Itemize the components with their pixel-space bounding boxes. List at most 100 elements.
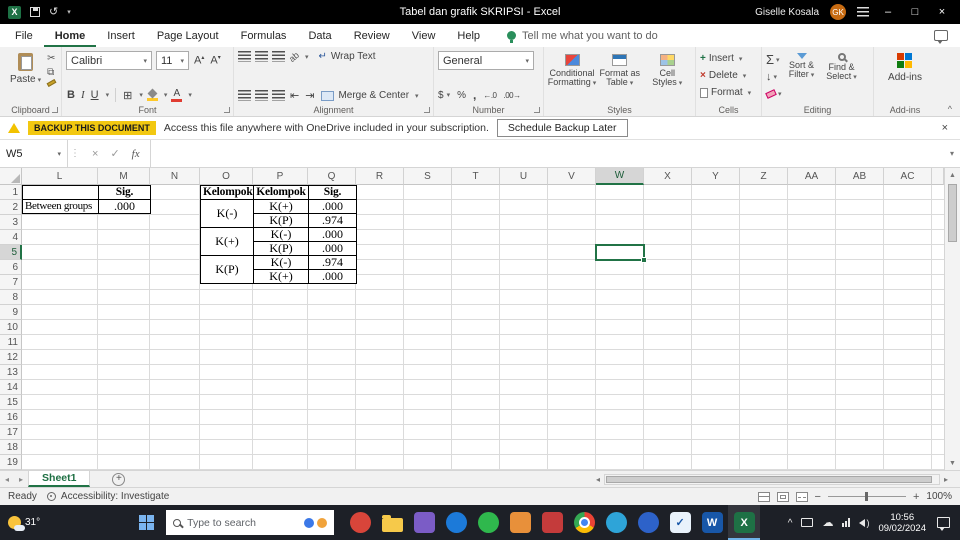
format-as-table-button[interactable]: Format as Table ▾ <box>596 51 644 102</box>
accounting-format-icon[interactable]: $ <box>438 90 444 101</box>
cell-O1[interactable]: Kelompok <box>200 185 254 200</box>
row-header-14[interactable]: 14 <box>0 380 22 395</box>
sheet-nav-right-icon[interactable]: ▸ <box>14 475 28 484</box>
cell-P4[interactable]: K(-) <box>253 227 309 242</box>
scroll-up-icon[interactable]: ▲ <box>945 168 960 182</box>
taskbar-app-file-explorer[interactable] <box>376 505 408 540</box>
ribbon-tab-insert[interactable]: Insert <box>96 24 146 47</box>
fill-color-icon[interactable] <box>146 88 158 101</box>
cell-P2[interactable]: K(+) <box>253 199 309 214</box>
align-middle-icon[interactable] <box>255 51 268 62</box>
row-header-8[interactable]: 8 <box>0 290 22 305</box>
customize-qat-icon[interactable]: ▾ <box>67 8 71 16</box>
scroll-right-icon[interactable]: ▸ <box>940 475 952 484</box>
cell-Q1[interactable]: Sig. <box>308 185 357 200</box>
row-header-10[interactable]: 10 <box>0 320 22 335</box>
column-header-N[interactable]: N <box>150 168 200 185</box>
ribbon-tab-review[interactable]: Review <box>343 24 401 47</box>
page-break-view-icon[interactable] <box>795 491 808 502</box>
align-left-icon[interactable] <box>238 90 251 101</box>
bold-button[interactable]: B <box>66 89 76 101</box>
clipboard-dialog-launcher[interactable] <box>52 107 58 113</box>
vertical-scrollbar[interactable]: ▲ ▼ <box>944 168 960 470</box>
wrap-text-button[interactable]: ↵ Wrap Text <box>319 51 376 62</box>
row-header-13[interactable]: 13 <box>0 365 22 380</box>
paste-button[interactable]: Paste ▾ <box>4 51 47 102</box>
collapse-ribbon-icon[interactable]: ^ <box>948 104 952 114</box>
cell-O2[interactable]: K(-) <box>200 199 254 228</box>
font-size-select[interactable]: 11 ▾ <box>156 51 189 70</box>
column-header-AB[interactable]: AB <box>836 168 884 185</box>
font-color-icon[interactable]: A <box>171 88 183 102</box>
taskbar-app-telegram[interactable] <box>600 505 632 540</box>
align-bottom-icon[interactable] <box>272 51 285 62</box>
increase-indent-icon[interactable]: ⇥ <box>304 89 315 102</box>
zoom-out-icon[interactable]: − <box>815 491 821 503</box>
ribbon-tab-formulas[interactable]: Formulas <box>230 24 298 47</box>
schedule-backup-later-button[interactable]: Schedule Backup Later <box>496 119 628 137</box>
zoom-in-icon[interactable]: + <box>913 491 919 503</box>
fill-handle[interactable] <box>641 257 647 263</box>
normal-view-icon[interactable] <box>757 491 770 502</box>
ribbon-tab-file[interactable]: File <box>4 24 44 47</box>
taskbar-app-app-check[interactable]: ✓ <box>664 505 696 540</box>
align-center-icon[interactable] <box>255 90 268 101</box>
taskbar-app-app-orange[interactable] <box>504 505 536 540</box>
undo-icon[interactable]: ↺ <box>49 7 58 18</box>
network-tray-icon[interactable] <box>842 518 851 527</box>
align-right-icon[interactable] <box>272 90 285 101</box>
page-layout-view-icon[interactable] <box>776 491 789 502</box>
start-button[interactable] <box>126 505 166 540</box>
cell-O4[interactable]: K(+) <box>200 227 254 256</box>
taskbar-app-edge-browser[interactable] <box>440 505 472 540</box>
increase-decimal-icon[interactable]: ←.0 <box>483 91 497 100</box>
underline-button[interactable]: U <box>90 89 100 101</box>
cell-L1[interactable] <box>22 185 99 200</box>
column-header-O[interactable]: O <box>200 168 253 185</box>
row-header-16[interactable]: 16 <box>0 410 22 425</box>
name-box[interactable]: W5 ▾ <box>0 140 68 167</box>
comments-icon[interactable] <box>934 30 948 44</box>
number-dialog-launcher[interactable] <box>534 107 540 113</box>
row-header-1[interactable]: 1 <box>0 185 22 200</box>
row-header-17[interactable]: 17 <box>0 425 22 440</box>
accessibility-status[interactable]: Accessibility: Investigate <box>46 491 169 502</box>
column-header-S[interactable]: S <box>404 168 452 185</box>
scroll-left-icon[interactable]: ◂ <box>592 475 604 484</box>
column-header-Z[interactable]: Z <box>740 168 788 185</box>
ribbon-tab-view[interactable]: View <box>401 24 447 47</box>
column-header-AC[interactable]: AC <box>884 168 932 185</box>
taskbar-app-word[interactable]: W <box>696 505 728 540</box>
number-format-select[interactable]: General ▾ <box>438 51 534 70</box>
cell-P3[interactable]: K(P) <box>253 213 309 228</box>
ribbon-tab-home[interactable]: Home <box>44 24 97 47</box>
cell-L2[interactable]: Between groups <box>22 199 99 214</box>
column-header-V[interactable]: V <box>548 168 596 185</box>
zoom-slider[interactable] <box>827 492 906 501</box>
row-header-18[interactable]: 18 <box>0 440 22 455</box>
notification-close-icon[interactable]: × <box>938 122 952 134</box>
column-header-W[interactable]: W <box>596 168 644 185</box>
cell-Q2[interactable]: .000 <box>308 199 357 214</box>
cell-Q5[interactable]: .000 <box>308 241 357 256</box>
percent-format-icon[interactable]: % <box>457 90 466 101</box>
sort-filter-button[interactable]: Sort & Filter ▾ <box>782 51 822 102</box>
column-header-U[interactable]: U <box>500 168 548 185</box>
name-box-resizer[interactable]: ⋮ <box>68 140 82 167</box>
display-tray-icon[interactable] <box>801 518 814 527</box>
onedrive-tray-icon[interactable]: ☁ <box>822 516 833 529</box>
column-header-T[interactable]: T <box>452 168 500 185</box>
cancel-formula-icon[interactable]: × <box>92 148 98 160</box>
row-header-2[interactable]: 2 <box>0 200 22 215</box>
scroll-down-icon[interactable]: ▼ <box>945 456 960 470</box>
orientation-icon[interactable]: ab <box>287 49 301 63</box>
cell-M1[interactable]: Sig. <box>98 185 151 200</box>
select-all-button[interactable] <box>0 168 22 185</box>
copy-icon[interactable]: ⧉ <box>47 67 56 78</box>
taskbar-app-app-purple[interactable] <box>408 505 440 540</box>
comma-format-icon[interactable]: , <box>473 88 476 102</box>
italic-button[interactable]: I <box>80 89 86 101</box>
font-dialog-launcher[interactable] <box>224 107 230 113</box>
spreadsheet-grid[interactable]: ▲ ▼ L M N O P Q R S T U V W X Y Z AA AB AC 1 2 3 4 5 6 7 8 9 10 11 12… <box>0 168 960 470</box>
taskbar-app-app-crimson[interactable] <box>536 505 568 540</box>
